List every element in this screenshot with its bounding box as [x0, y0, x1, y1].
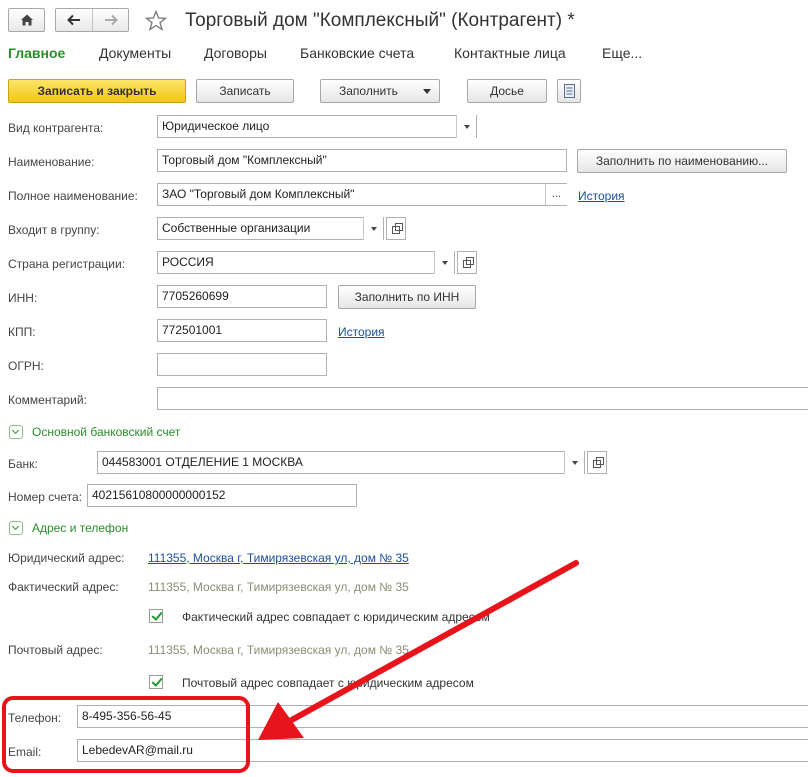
country-select[interactable]: РОССИЯ [157, 251, 455, 274]
report-icon [564, 84, 575, 98]
name-value: Торговый дом "Комплексный" [162, 153, 327, 167]
email-input[interactable]: LebedevAR@mail.ru [77, 739, 808, 762]
bank-dropdown-button[interactable] [564, 451, 584, 474]
address-section-title[interactable]: Адрес и телефон [32, 521, 128, 535]
menu-contracts[interactable]: Договоры [204, 45, 267, 61]
menu-contact-persons[interactable]: Контактные лица [454, 45, 566, 61]
kind-select[interactable]: Юридическое лицо [157, 115, 477, 138]
comment-label: Комментарий: [8, 393, 87, 407]
forward-button[interactable] [93, 9, 129, 31]
kpp-value: 772501001 [162, 323, 223, 337]
legal-address-link[interactable]: 111355, Москва г, Тимирязевская ул, дом … [148, 551, 409, 565]
menu-main[interactable]: Главное [8, 45, 65, 61]
menu-more[interactable]: Еще... [602, 45, 642, 61]
fill-button-label: Заполнить [339, 84, 398, 98]
postal-address-label: Почтовый адрес: [8, 643, 103, 657]
bank-section-title[interactable]: Основной банковский счет [32, 425, 180, 439]
group-dropdown-button[interactable] [363, 217, 383, 240]
fill-dropdown-button[interactable]: Заполнить [320, 79, 440, 103]
postal-address-value[interactable]: 111355, Москва г, Тимирязевская ул, дом … [148, 643, 409, 657]
full-name-input[interactable]: ЗАО "Торговый дом Комплексный" [157, 183, 567, 206]
inn-input[interactable]: 7705260699 [157, 285, 327, 308]
dossier-button[interactable]: Досье [467, 79, 547, 103]
menu-documents[interactable]: Документы [99, 45, 171, 61]
account-value: 40215610800000000152 [92, 488, 226, 502]
kpp-history-link[interactable]: История [338, 325, 385, 339]
actual-same-label: Фактический адрес совпадает с юридически… [182, 610, 490, 624]
home-icon [21, 14, 33, 26]
back-arrow-icon [67, 14, 80, 26]
account-input[interactable]: 40215610800000000152 [87, 484, 357, 507]
bank-select[interactable]: 044583001 ОТДЕЛЕНИЕ 1 МОСКВА [97, 451, 585, 474]
bank-open-button[interactable] [587, 451, 607, 474]
actual-address-value[interactable]: 111355, Москва г, Тимирязевская ул, дом … [148, 580, 409, 594]
actual-same-checkbox[interactable] [149, 609, 163, 623]
postal-same-label: Почтовый адрес совпадает с юридическим а… [182, 676, 474, 690]
chevron-down-icon [423, 89, 431, 94]
fill-by-inn-button[interactable]: Заполнить по ИНН [338, 285, 476, 309]
phone-input[interactable]: 8-495-356-56-45 [77, 705, 808, 728]
star-icon[interactable] [145, 10, 167, 32]
full-name-value: ЗАО "Торговый дом Комплексный" [162, 187, 355, 201]
back-button[interactable] [56, 9, 93, 31]
kind-value: Юридическое лицо [162, 119, 270, 133]
actual-address-label: Фактический адрес: [8, 580, 119, 594]
kpp-label: КПП: [8, 325, 36, 339]
bank-value: 044583001 ОТДЕЛЕНИЕ 1 МОСКВА [102, 455, 303, 469]
postal-same-checkbox[interactable] [149, 675, 163, 689]
home-button[interactable] [8, 8, 45, 32]
window-title: Торговый дом "Комплексный" (Контрагент) … [185, 10, 575, 31]
report-button[interactable] [557, 79, 581, 103]
kpp-input[interactable]: 772501001 [157, 319, 327, 342]
country-label: Страна регистрации: [8, 257, 126, 271]
full-name-label: Полное наименование: [8, 189, 138, 203]
forward-arrow-icon [105, 14, 118, 26]
group-open-button[interactable] [386, 217, 406, 240]
fill-by-name-button[interactable]: Заполнить по наименованию... [577, 149, 787, 173]
save-button[interactable]: Записать [196, 79, 294, 103]
legal-address-label: Юридический адрес: [8, 551, 125, 565]
name-label: Наименование: [8, 155, 95, 169]
ogrn-input[interactable] [157, 353, 327, 376]
group-value: Собственные организации [162, 221, 311, 235]
email-value: LebedevAR@mail.ru [82, 743, 193, 757]
bank-section-collapse-icon[interactable] [9, 425, 23, 439]
country-open-button[interactable] [457, 251, 477, 274]
phone-value: 8-495-356-56-45 [82, 709, 172, 723]
menu-bank-accounts[interactable]: Банковские счета [300, 45, 414, 61]
kind-dropdown-button[interactable] [456, 115, 476, 138]
group-select[interactable]: Собственные организации [157, 217, 384, 240]
address-section-collapse-icon[interactable] [9, 521, 23, 535]
full-name-select-button[interactable]: ... [545, 184, 567, 205]
phone-label: Телефон: [8, 711, 62, 725]
country-value: РОССИЯ [162, 255, 214, 269]
inn-value: 7705260699 [162, 289, 229, 303]
bank-label: Банк: [8, 457, 38, 471]
name-input[interactable]: Торговый дом "Комплексный" [157, 149, 567, 172]
account-label: Номер счета: [8, 490, 83, 504]
nav-buttons [55, 8, 129, 32]
save-and-close-button[interactable]: Записать и закрыть [8, 79, 186, 103]
ogrn-label: ОГРН: [8, 359, 44, 373]
full-name-history-link[interactable]: История [578, 189, 625, 203]
kind-label: Вид контрагента: [8, 121, 104, 135]
inn-label: ИНН: [8, 291, 38, 305]
country-dropdown-button[interactable] [434, 251, 454, 274]
group-label: Входит в группу: [8, 223, 100, 237]
comment-input[interactable] [157, 387, 808, 410]
email-label: Email: [8, 745, 42, 759]
